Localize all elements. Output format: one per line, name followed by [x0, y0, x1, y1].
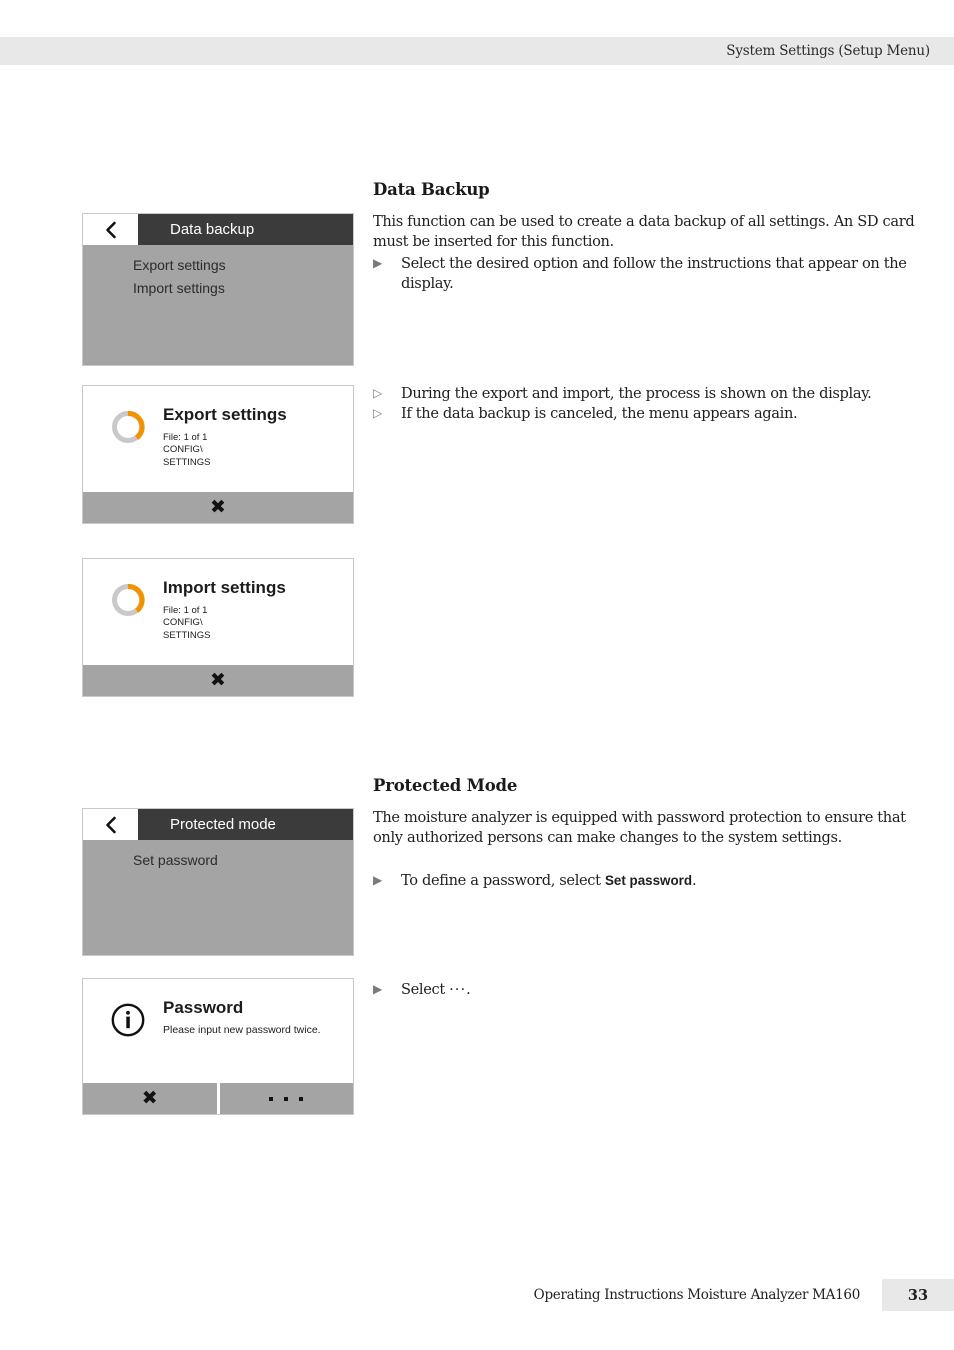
menu-item-import-settings[interactable]: Import settings	[133, 277, 353, 300]
dialog-footer: ✖	[83, 665, 353, 696]
close-x-icon: ✖	[141, 1087, 158, 1109]
dialog-footer: ✖	[83, 492, 353, 523]
footer-document-title: Operating Instructions Moisture Analyzer…	[533, 1287, 861, 1303]
mockup-title: Data backup	[138, 214, 353, 245]
dialog-text-block: Password Please input new password twice…	[155, 998, 321, 1083]
dialog-body: Import settings File: 1 of 1 CONFIG\ SET…	[83, 559, 353, 665]
bullet-text-after: .	[692, 872, 697, 890]
dialog-body: Password Please input new password twice…	[83, 979, 353, 1083]
detail-line-config: CONFIG\	[163, 617, 203, 629]
hollow-triangle-icon: ▷	[373, 406, 382, 421]
section-data-backup: Data Backup This function can be used to…	[373, 180, 925, 295]
chevron-left-icon	[104, 815, 118, 835]
dialog-body: Export settings File: 1 of 1 CONFIG\ SET…	[83, 386, 353, 492]
dialog-subtitle: Please input new password twice.	[163, 1023, 321, 1036]
note-export-import-progress: ▷ During the export and import, the proc…	[373, 384, 925, 404]
running-title: System Settings (Setup Menu)	[726, 43, 930, 59]
note-text: If the data backup is canceled, the menu…	[401, 405, 798, 423]
more-options-button[interactable]	[216, 1083, 354, 1114]
mockup-menu-list: Export settings Import settings	[83, 245, 353, 365]
bullet-text: To define a password, select Set passwor…	[401, 871, 925, 891]
menu-item-set-password[interactable]: Set password	[133, 849, 353, 872]
dialog-text-block: Import settings File: 1 of 1 CONFIG\ SET…	[155, 578, 286, 665]
filled-triangle-icon: ▶	[373, 873, 382, 888]
page-footer: Operating Instructions Moisture Analyzer…	[0, 1279, 954, 1311]
detail-line-settings: SETTINGS	[163, 629, 211, 641]
mockup-protected-mode-menu: Protected mode Set password	[82, 808, 354, 956]
note-backup-canceled: ▷ If the data backup is canceled, the me…	[373, 404, 925, 424]
dialog-footer: ✖	[83, 1083, 353, 1114]
section-title-data-backup: Data Backup	[373, 180, 490, 199]
menu-item-export-settings[interactable]: Export settings	[133, 254, 353, 277]
close-x-icon: ✖	[210, 669, 226, 691]
mockup-export-settings-dialog: Export settings File: 1 of 1 CONFIG\ SET…	[82, 385, 354, 524]
mockup-title: Protected mode	[138, 809, 353, 840]
mockup-password-dialog: Password Please input new password twice…	[82, 978, 354, 1115]
bullet-bold-term: Set password	[604, 873, 693, 889]
bullet-text-before: Select	[401, 981, 450, 998]
cancel-button[interactable]: ✖	[83, 492, 353, 523]
info-circle-icon	[101, 999, 155, 1083]
bullet-set-password: ▶ To define a password, select Set passw…	[373, 871, 925, 891]
dialog-title: Export settings	[163, 405, 287, 424]
filled-triangle-icon: ▶	[373, 256, 382, 271]
dialog-title: Import settings	[163, 578, 286, 597]
page-number: 33	[882, 1279, 954, 1311]
notes-data-backup: ▷ During the export and import, the proc…	[373, 384, 925, 424]
progress-spinner-icon	[101, 579, 155, 665]
detail-line-file: File: 1 of 1	[163, 431, 208, 443]
section-paragraph-data-backup: This function can be used to create a da…	[373, 213, 915, 251]
bullet-text: Select ···.	[401, 980, 925, 1000]
section-protected-mode: Protected Mode The moisture analyzer is …	[373, 776, 925, 891]
hollow-triangle-icon: ▷	[373, 386, 382, 400]
detail-line-config: CONFIG\	[163, 444, 203, 456]
mockup-data-backup-menu: Data backup Export settings Import setti…	[82, 213, 354, 366]
back-button[interactable]	[83, 809, 138, 840]
dialog-detail-lines: File: 1 of 1 CONFIG\ SETTINGS	[163, 432, 287, 470]
bullet-text-before: To define a password, select	[401, 872, 605, 890]
mockup-titlebar: Data backup	[83, 214, 353, 245]
mockup-import-settings-dialog: Import settings File: 1 of 1 CONFIG\ SET…	[82, 558, 354, 697]
filled-triangle-icon: ▶	[373, 982, 382, 996]
back-button[interactable]	[83, 214, 138, 245]
detail-line-settings: SETTINGS	[163, 456, 211, 468]
section-title-protected-mode: Protected Mode	[373, 776, 518, 795]
bullet-text: Select the desired option and follow the…	[401, 255, 907, 293]
dialog-text-block: Export settings File: 1 of 1 CONFIG\ SET…	[155, 405, 287, 492]
bullet-select-option: ▶ Select the desired option and follow t…	[373, 254, 925, 294]
progress-spinner-icon	[101, 406, 155, 492]
dialog-title: Password	[163, 998, 244, 1017]
ellipsis-icon	[269, 1096, 304, 1101]
note-text: During the export and import, the proces…	[401, 385, 872, 402]
detail-line-file: File: 1 of 1	[163, 604, 208, 616]
bullet-select-ellipsis-wrap: ▶ Select ···.	[373, 980, 925, 1000]
page-running-header: System Settings (Setup Menu)	[0, 37, 954, 65]
ellipsis-glyph: ···	[449, 981, 467, 998]
cancel-button[interactable]: ✖	[83, 1083, 217, 1114]
bullet-text-after: .	[466, 981, 471, 998]
close-x-icon: ✖	[210, 496, 226, 518]
dialog-detail-lines: File: 1 of 1 CONFIG\ SETTINGS	[163, 605, 286, 643]
chevron-left-icon	[104, 220, 118, 240]
mockup-titlebar: Protected mode	[83, 809, 353, 840]
section-paragraph-protected-mode: The moisture analyzer is equipped with p…	[373, 809, 906, 847]
bullet-select-ellipsis: ▶ Select ···.	[373, 980, 925, 1000]
cancel-button[interactable]: ✖	[83, 665, 353, 696]
mockup-menu-list: Set password	[83, 840, 353, 955]
